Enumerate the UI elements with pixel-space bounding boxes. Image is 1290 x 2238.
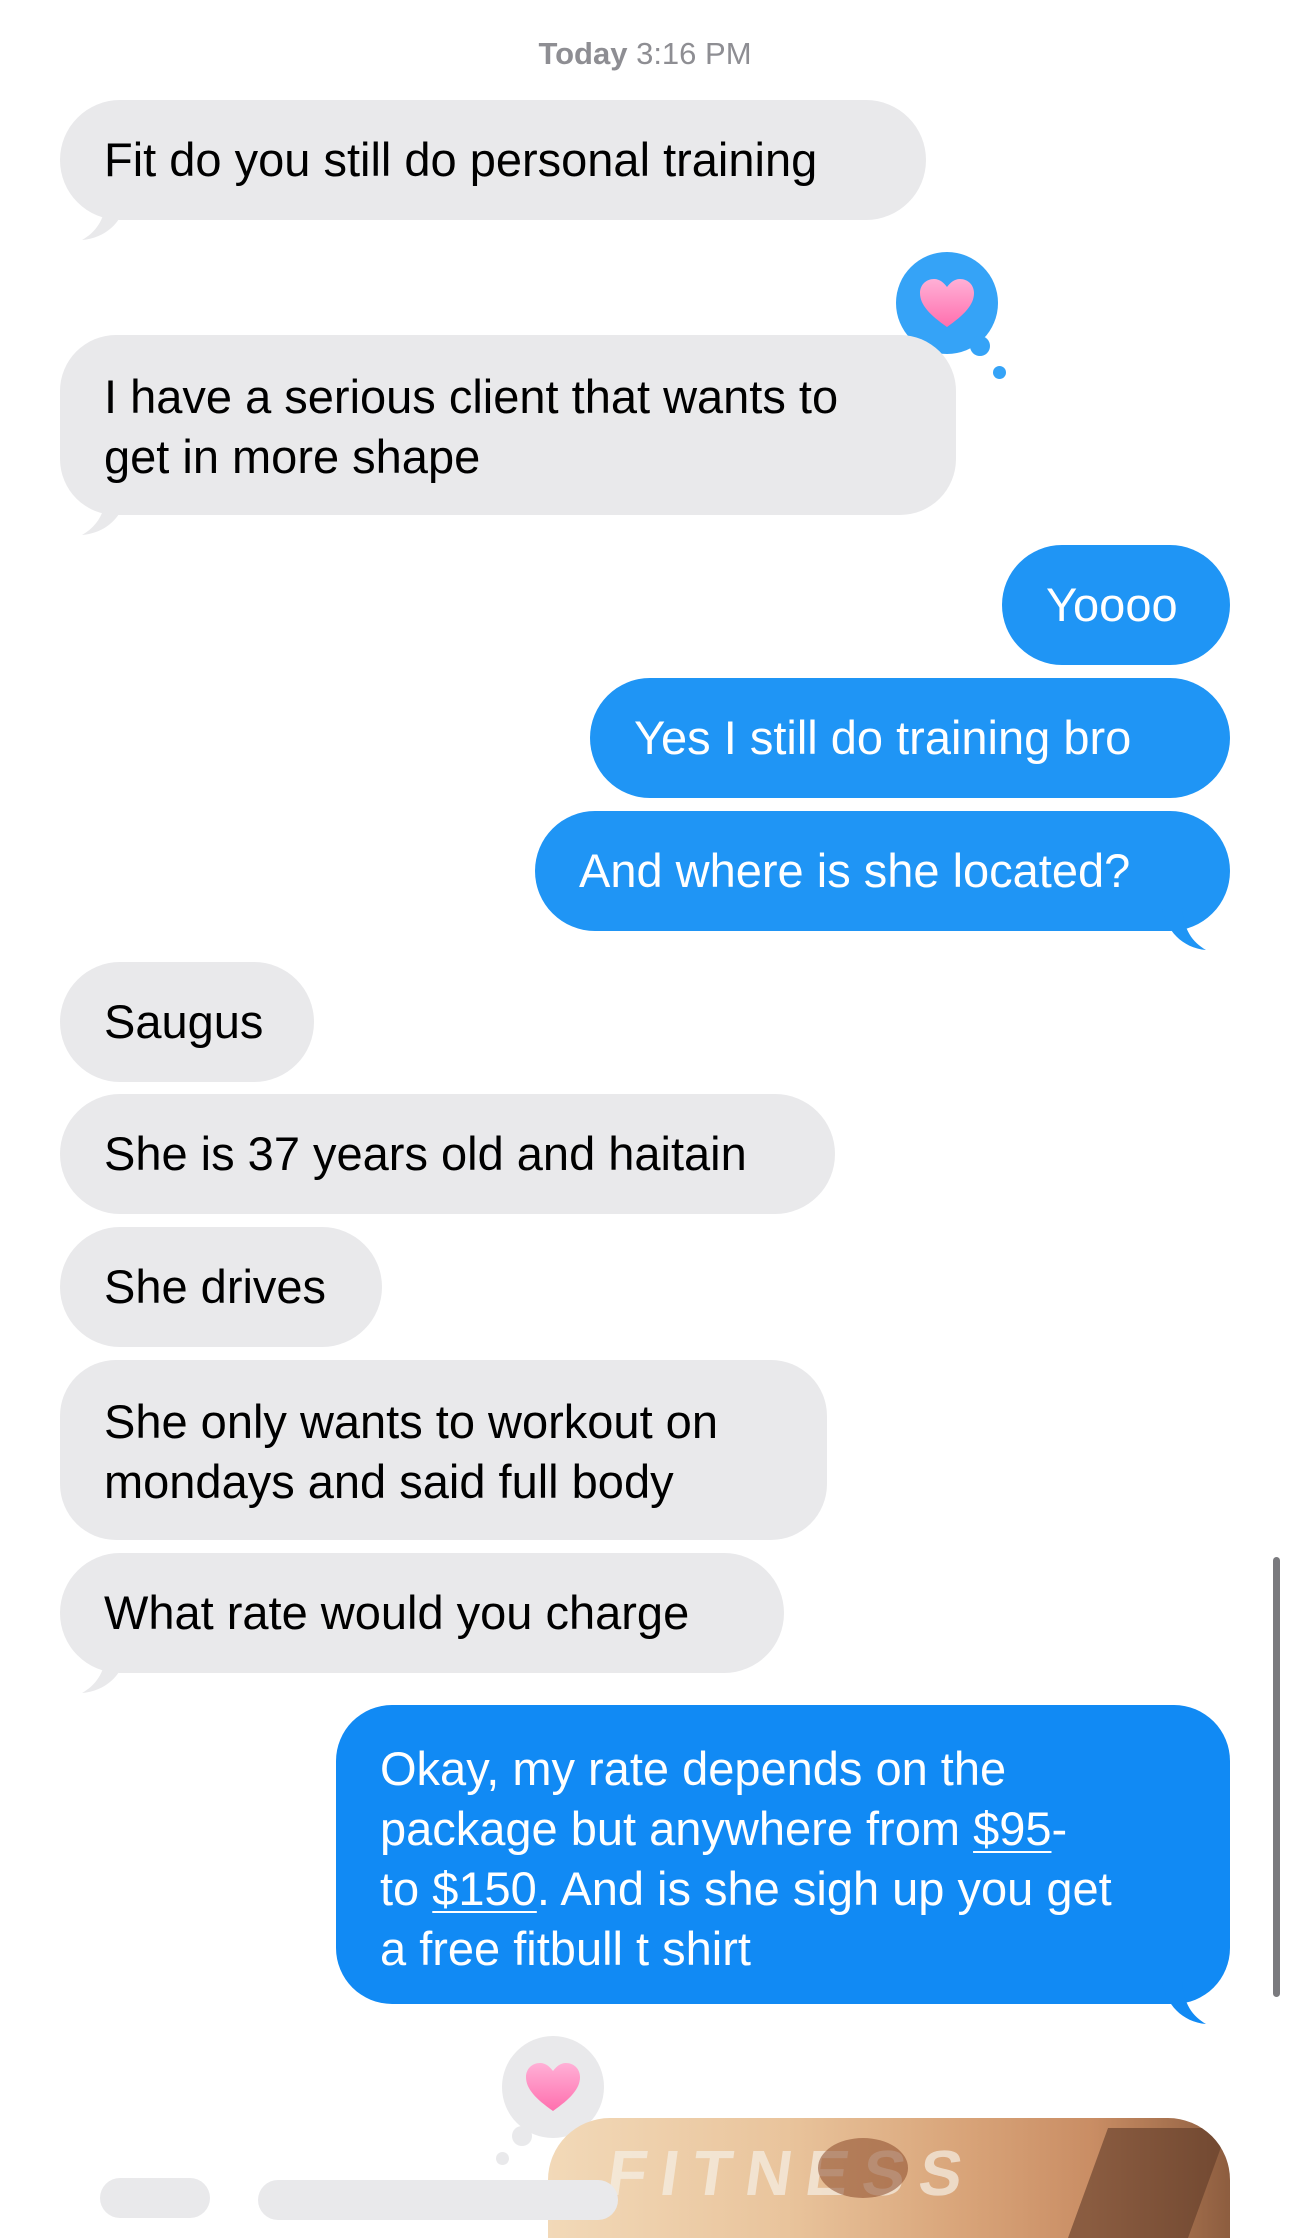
message-text: She is 37 years old and haitain xyxy=(104,1127,747,1180)
partial-bubble xyxy=(100,2178,210,2218)
message-bubble-incoming[interactable]: What rate would you charge xyxy=(60,1553,784,1673)
message-text: Saugus xyxy=(104,995,264,1048)
bubble-tail xyxy=(82,1655,126,1693)
message-text: She drives xyxy=(104,1260,327,1313)
message-bubble-incoming[interactable]: She drives xyxy=(60,1227,382,1347)
message-text: And where is she located? xyxy=(579,844,1131,897)
scrollbar[interactable] xyxy=(1273,1557,1280,1997)
message-bubble-incoming[interactable]: Saugus xyxy=(60,962,314,1082)
tapback-tail-dot xyxy=(512,2126,532,2146)
message-bubble-incoming[interactable]: She is 37 years old and haitain xyxy=(60,1094,835,1214)
message-text: Yes I still do training bro xyxy=(634,711,1132,764)
photo-attachment[interactable]: FITNESS xyxy=(548,2118,1230,2238)
message-text: Yoooo xyxy=(1046,578,1178,631)
bubble-tail xyxy=(82,202,126,240)
message-bubble-outgoing[interactable]: And where is she located? xyxy=(535,811,1230,931)
message-bubble-incoming[interactable]: She only wants to workout on mondays and… xyxy=(60,1360,827,1540)
price-link-150[interactable]: $150 xyxy=(432,1862,537,1915)
tapback-tail-dot xyxy=(496,2152,509,2165)
message-bubble-outgoing[interactable]: Yoooo xyxy=(1002,545,1230,665)
tapback-tail-dot xyxy=(970,336,990,356)
message-text: She only wants to workout on mondays and… xyxy=(104,1395,718,1508)
message-bubble-incoming[interactable]: I have a serious client that wants to ge… xyxy=(60,335,956,515)
bubble-tail xyxy=(1162,908,1206,950)
bubble-tail xyxy=(82,497,126,535)
photo-sign-text: FITNESS xyxy=(602,2137,982,2209)
message-text: I have a serious client that wants to ge… xyxy=(104,370,839,483)
message-bubble-outgoing[interactable]: Okay, my rate depends on the package but… xyxy=(336,1705,1230,2004)
message-text: Okay, my rate depends on the package but… xyxy=(380,1742,1112,1975)
message-bubble-incoming[interactable]: Fit do you still do personal training xyxy=(60,100,926,220)
message-text: What rate would you charge xyxy=(104,1586,690,1639)
conversation-timestamp: Today 3:16 PM xyxy=(0,36,1290,72)
timestamp-day: Today xyxy=(538,36,628,71)
timestamp-time: 3:16 PM xyxy=(636,36,752,71)
price-link-95[interactable]: $95 xyxy=(973,1802,1051,1855)
partial-bubble xyxy=(258,2180,618,2220)
message-bubble-outgoing[interactable]: Yes I still do training bro xyxy=(590,678,1230,798)
bubble-tail xyxy=(1162,1982,1206,2024)
tapback-tail-dot xyxy=(993,366,1006,379)
message-text: Fit do you still do personal training xyxy=(104,133,818,186)
